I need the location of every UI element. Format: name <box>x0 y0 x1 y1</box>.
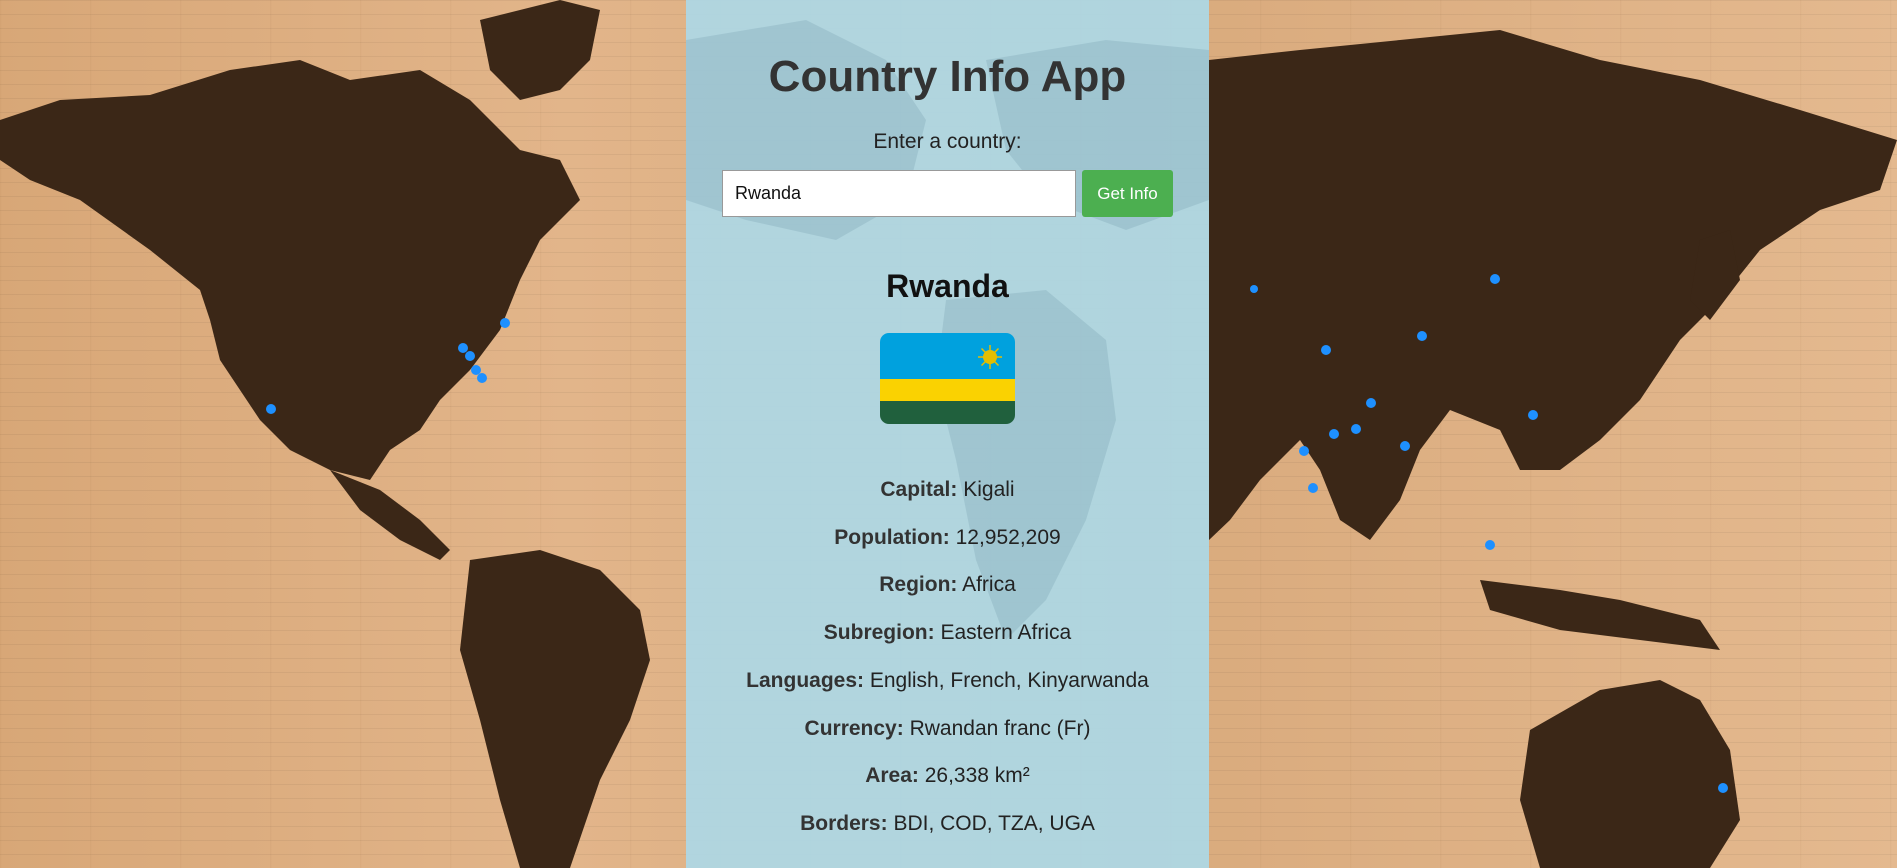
country-input-label: Enter a country: <box>873 130 1022 153</box>
info-borders: Borders: BDI, COD, TZA, UGA <box>686 812 1209 836</box>
info-label: Borders: <box>800 812 888 835</box>
flag-sun-icon <box>978 345 1002 369</box>
country-info-panel: Country Info App Enter a country: Get In… <box>686 0 1209 868</box>
info-label: Region: <box>879 573 958 596</box>
page-title: Country Info App <box>768 52 1127 101</box>
country-name-heading: Rwanda <box>886 268 1009 304</box>
south-america-shape <box>460 550 650 868</box>
info-value: BDI, COD, TZA, UGA <box>893 812 1095 835</box>
indonesia-shape <box>1480 580 1720 650</box>
info-label: Languages: <box>746 669 865 692</box>
get-info-button[interactable]: Get Info <box>1082 170 1173 217</box>
info-label: Capital: <box>880 478 958 501</box>
info-value: Africa <box>962 573 1016 596</box>
info-population: Population: 12,952,209 <box>686 526 1209 550</box>
info-value: Rwandan franc (Fr) <box>909 717 1091 740</box>
info-label: Population: <box>834 526 950 549</box>
eurasia-shape <box>1209 30 1897 540</box>
info-area: Area: 26,338 km² <box>686 764 1209 788</box>
info-region: Region: Africa <box>686 573 1209 597</box>
info-label: Currency: <box>804 717 904 740</box>
info-label: Subregion: <box>823 621 935 644</box>
north-america-shape <box>0 60 580 480</box>
info-languages: Languages: English, French, Kinyarwanda <box>686 669 1209 693</box>
info-value: 12,952,209 <box>955 526 1061 549</box>
info-subregion: Subregion: Eastern Africa <box>686 621 1209 645</box>
australia-shape <box>1520 680 1740 868</box>
info-value: Eastern Africa <box>940 621 1072 644</box>
info-label: Area: <box>865 764 919 787</box>
info-value: English, French, Kinyarwanda <box>869 669 1149 692</box>
info-value: 26,338 km² <box>924 764 1030 787</box>
country-search-input[interactable] <box>722 170 1076 217</box>
info-value: Kigali <box>963 478 1015 501</box>
central-america-shape <box>330 470 450 560</box>
rwanda-flag-image <box>880 333 1015 424</box>
greenland-shape <box>480 0 600 100</box>
info-currency: Currency: Rwandan franc (Fr) <box>686 717 1209 741</box>
info-capital: Capital: Kigali <box>686 478 1209 502</box>
